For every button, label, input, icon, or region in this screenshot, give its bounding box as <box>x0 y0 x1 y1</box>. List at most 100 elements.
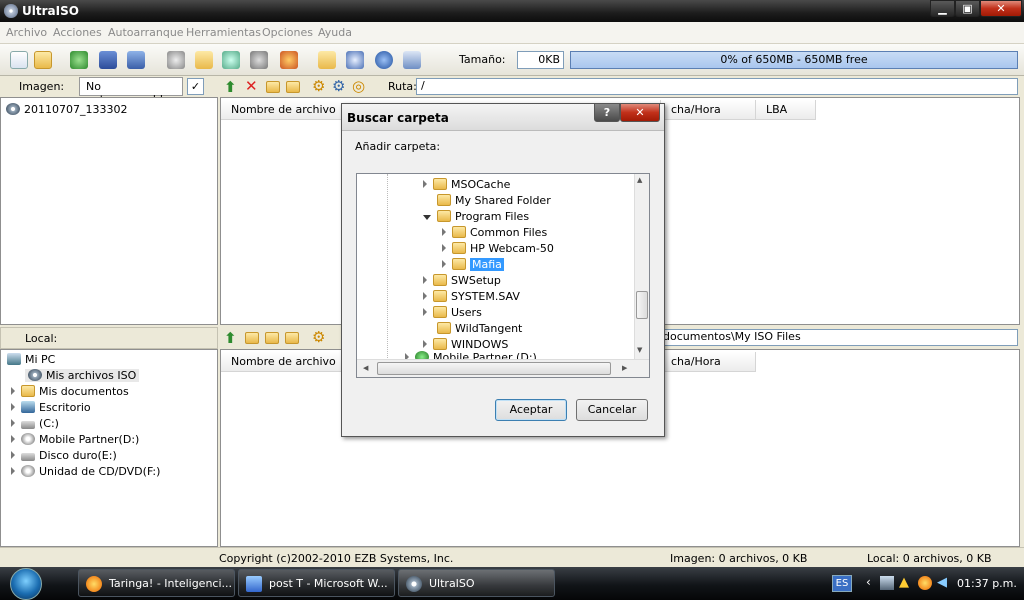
tree-item-drive-f[interactable]: Unidad de CD/DVD(F:) <box>11 465 160 478</box>
new-icon[interactable] <box>10 51 28 69</box>
folder-item[interactable]: My Shared Folder <box>437 194 551 207</box>
expand-icon[interactable] <box>11 451 15 459</box>
scroll-up-icon[interactable]: ▲ <box>637 176 642 184</box>
local-properties-icon[interactable]: ⚙ <box>312 328 325 346</box>
scroll-down-icon[interactable]: ▼ <box>637 346 642 354</box>
expand-icon[interactable] <box>11 419 15 427</box>
taskbar-item-firefox[interactable]: Taringa! - Inteligenci... <box>78 569 235 597</box>
warning-icon[interactable]: ▲ <box>899 575 909 590</box>
expand-icon[interactable] <box>11 387 15 395</box>
taskbar-item-word[interactable]: post T - Microsoft W... <box>238 569 395 597</box>
cd-image-icon[interactable] <box>167 51 185 69</box>
tree-item-drive-c[interactable]: (C:) <box>11 417 59 430</box>
folder-item-partial[interactable]: Mobile Partner (D:) <box>405 351 537 359</box>
horizontal-scrollbar[interactable]: ◀ ▶ <box>357 359 649 377</box>
folder-item[interactable]: Users <box>423 306 482 319</box>
folder-item[interactable]: SWSetup <box>423 274 501 287</box>
cancel-button[interactable]: Cancelar <box>576 399 648 421</box>
taskbar-item-ultraiso[interactable]: UltraISO <box>398 569 555 597</box>
dialog-close-button[interactable]: ✕ <box>620 103 660 122</box>
folder-item[interactable]: Program Files <box>423 210 529 223</box>
language-indicator[interactable]: ES <box>832 575 852 592</box>
folder-item[interactable]: SYSTEM.SAV <box>423 290 520 303</box>
menu-acciones[interactable]: Acciones <box>53 26 102 39</box>
local-folder-icon[interactable] <box>285 332 299 344</box>
folder-item[interactable]: MSOCache <box>423 178 510 191</box>
expand-icon[interactable] <box>11 403 15 411</box>
delete-icon[interactable]: ✕ <box>245 77 258 95</box>
maximize-button[interactable]: ▣ <box>955 0 980 17</box>
local-path-field[interactable]: documentos\My ISO Files <box>660 329 1018 346</box>
convert-icon[interactable] <box>195 51 213 69</box>
clock[interactable]: 01:37 p.m. <box>957 577 1017 590</box>
image-root-item[interactable]: 20110707_133302 <box>6 103 127 116</box>
volume-icon[interactable]: ◀ <box>937 575 947 590</box>
col-datetime[interactable]: cha/Hora <box>661 100 756 120</box>
tree-item-drive-e[interactable]: Disco duro(E:) <box>11 449 117 462</box>
properties-icon[interactable]: ⚙ <box>312 77 325 95</box>
collapse-icon[interactable] <box>423 215 431 220</box>
folder-item[interactable]: WildTangent <box>437 322 522 335</box>
menu-autoarranque[interactable]: Autoarranque <box>108 26 184 39</box>
ok-button[interactable]: Aceptar <box>495 399 567 421</box>
boot-status-field[interactable]: No autoarrancable <box>79 77 183 106</box>
hscroll-thumb[interactable] <box>377 362 611 375</box>
options-icon[interactable] <box>318 51 336 69</box>
tree-item-mipc[interactable]: Mi PC <box>7 353 55 366</box>
help-icon[interactable] <box>375 51 393 69</box>
menu-ayuda[interactable]: Ayuda <box>318 26 352 39</box>
scroll-right-icon[interactable]: ▶ <box>622 364 627 372</box>
close-button[interactable]: ✕ <box>980 0 1022 17</box>
compress-icon[interactable] <box>222 51 240 69</box>
tree-item-desktop[interactable]: Escritorio <box>11 401 91 414</box>
tree-item-drive-d[interactable]: Mobile Partner(D:) <box>11 433 139 446</box>
start-button[interactable] <box>10 568 42 600</box>
view-icon[interactable]: ◎ <box>352 77 365 95</box>
scroll-thumb[interactable] <box>636 291 648 319</box>
local-new-folder-icon[interactable] <box>245 332 259 344</box>
expand-icon[interactable] <box>423 308 427 316</box>
expand-icon[interactable] <box>423 276 427 284</box>
info-icon[interactable] <box>346 51 364 69</box>
open-icon[interactable] <box>34 51 52 69</box>
new-folder-icon[interactable] <box>266 81 280 93</box>
burn-icon[interactable] <box>250 51 268 69</box>
folder-item[interactable]: Common Files <box>442 226 547 239</box>
settings-icon[interactable]: ⚙ <box>332 77 345 95</box>
expand-icon[interactable] <box>11 467 15 475</box>
menu-archivo[interactable]: Archivo <box>6 26 47 39</box>
tree-item-iso-files[interactable]: Mis archivos ISO <box>25 369 140 382</box>
exit-icon[interactable] <box>403 51 421 69</box>
tree-item-documents[interactable]: Mis documentos <box>11 385 129 398</box>
expand-icon[interactable] <box>442 228 446 236</box>
mount-icon[interactable] <box>280 51 298 69</box>
save-as-icon[interactable] <box>127 51 145 69</box>
scroll-left-icon[interactable]: ◀ <box>363 364 368 372</box>
update-icon[interactable] <box>918 576 932 590</box>
network-icon[interactable] <box>880 576 894 590</box>
vertical-scrollbar[interactable]: ▲ ▼ <box>634 174 649 359</box>
menu-opciones[interactable]: Opciones <box>262 26 313 39</box>
folder-item[interactable]: WINDOWS <box>423 338 508 351</box>
local-add-icon[interactable] <box>265 332 279 344</box>
go-up-icon[interactable]: ⬆ <box>224 78 237 96</box>
local-up-icon[interactable]: ⬆ <box>224 329 237 347</box>
menu-herramientas[interactable]: Herramientas <box>186 26 261 39</box>
add-files-icon[interactable] <box>286 81 300 93</box>
expand-icon[interactable] <box>11 435 15 443</box>
expand-icon[interactable] <box>423 292 427 300</box>
expand-icon[interactable] <box>442 260 446 268</box>
expand-icon[interactable] <box>423 180 427 188</box>
boot-check-icon[interactable]: ✓ <box>187 78 204 95</box>
show-hidden-icons-icon[interactable]: ‹ <box>866 575 871 589</box>
iso-path-field[interactable]: / <box>416 78 1018 95</box>
folder-item[interactable]: HP Webcam-50 <box>442 242 554 255</box>
folder-item-selected[interactable]: Mafia <box>442 258 504 271</box>
minimize-button[interactable]: ▁ <box>930 0 955 17</box>
dialog-help-button[interactable]: ? <box>594 103 620 122</box>
col-lba[interactable]: LBA <box>756 100 816 120</box>
expand-icon[interactable] <box>442 244 446 252</box>
expand-icon[interactable] <box>423 340 427 348</box>
save-icon[interactable] <box>99 51 117 69</box>
local-col-datetime[interactable]: cha/Hora <box>661 352 756 372</box>
